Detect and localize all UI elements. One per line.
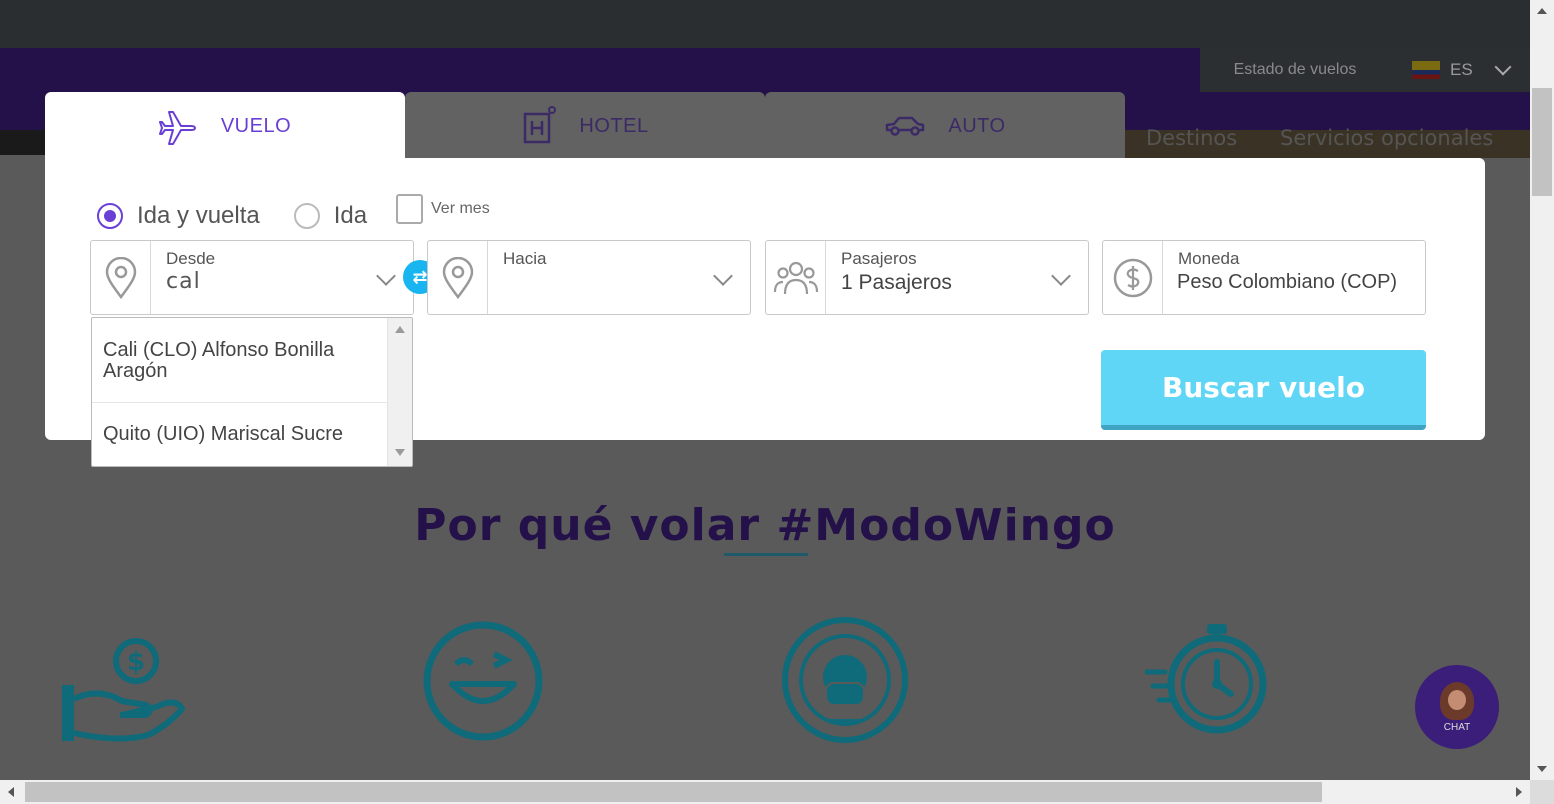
radio-round-trip-dot[interactable]: [97, 203, 123, 229]
currency-icon-box: [1103, 241, 1163, 314]
radio-one-way-label: Ida: [333, 202, 368, 229]
from-input-wrap: [166, 269, 346, 294]
from-field[interactable]: Desde: [90, 240, 414, 315]
from-input[interactable]: [166, 269, 346, 294]
to-location-icon-box: [428, 241, 488, 314]
language-selector[interactable]: ES: [1390, 48, 1530, 92]
passengers-icon-box: [766, 241, 826, 314]
fast-stopwatch-icon: [1145, 624, 1267, 734]
wink-smile-icon: [423, 621, 543, 741]
tab-vuelo[interactable]: VUELO: [45, 92, 405, 160]
tab-hotel-label: HOTEL: [579, 114, 649, 137]
passengers-value: 1 Pasajeros: [841, 271, 952, 294]
scroll-left-arrow-icon[interactable]: [8, 787, 14, 797]
scroll-down-arrow-icon[interactable]: [1537, 766, 1547, 772]
chevron-down-icon: [1494, 58, 1512, 76]
scrollbar-corner: [1530, 780, 1554, 804]
car-icon: [886, 116, 925, 136]
nav-link-destinos[interactable]: Destinos: [1146, 126, 1237, 150]
currency-field[interactable]: Moneda Peso Colombiano (COP): [1102, 240, 1426, 315]
language-code: ES: [1450, 60, 1473, 79]
people-group-icon: [773, 261, 818, 294]
browser-top-strip: [0, 0, 1530, 48]
view-month-label: Ver mes: [431, 200, 490, 217]
location-pin-icon: [105, 256, 136, 299]
hotel-icon: [524, 106, 557, 144]
horizontal-scrollbar[interactable]: [0, 780, 1530, 804]
search-flight-button[interactable]: Buscar vuelo: [1101, 350, 1426, 430]
trip-type-group: Ida y vuelta Ida: [97, 196, 401, 236]
view-month-checkbox[interactable]: [396, 194, 423, 224]
flight-status-button[interactable]: Estado de vuelos: [1200, 48, 1390, 92]
nav-link-servicios[interactable]: Servicios opcionales: [1280, 126, 1493, 150]
safe-flight-badge-icon: [782, 617, 908, 743]
from-label: Desde: [166, 249, 216, 268]
vertical-scroll-thumb[interactable]: [1532, 88, 1552, 196]
from-location-icon-box: [91, 241, 151, 314]
swap-arrows-icon: ⇄: [412, 266, 428, 287]
horizontal-scroll-thumb[interactable]: [25, 782, 1322, 802]
scroll-right-arrow-icon[interactable]: [1516, 787, 1522, 797]
dollar-circle-icon: [1113, 258, 1152, 297]
colombia-flag-icon: [1412, 61, 1440, 79]
flight-status-label: Estado de vuelos: [1233, 61, 1357, 78]
chat-label: CHAT: [1443, 721, 1471, 733]
section-title: Por qué volar #ModoWingo: [414, 500, 1116, 551]
to-field[interactable]: Hacia: [427, 240, 751, 315]
dropdown-scrollbar[interactable]: [387, 318, 412, 466]
view-month-option[interactable]: Ver mes: [396, 194, 490, 224]
radio-one-way[interactable]: Ida: [293, 202, 368, 230]
tab-hotel[interactable]: HOTEL: [405, 92, 765, 160]
passengers-label: Pasajeros: [841, 249, 917, 268]
origin-autocomplete-list: Cali (CLO) Alfonso Bonilla Aragón Quito …: [91, 317, 413, 467]
scroll-up-arrow-icon[interactable]: [1537, 8, 1547, 14]
tab-vuelo-label: VUELO: [220, 114, 292, 137]
currency-value[interactable]: Peso Colombiano (COP): [1177, 271, 1397, 294]
chevron-down-icon[interactable]: [1051, 266, 1071, 286]
list-item[interactable]: Cali (CLO) Alfonso Bonilla Aragón: [92, 340, 388, 382]
title-underline: [724, 553, 808, 556]
vertical-scrollbar[interactable]: [1530, 0, 1554, 780]
list-item[interactable]: Quito (UIO) Mariscal Sucre: [92, 424, 388, 445]
scroll-up-arrow-icon[interactable]: [395, 326, 405, 333]
radio-round-trip-label: Ida y vuelta: [137, 202, 260, 229]
logo-area[interactable]: [0, 130, 45, 155]
currency-label: Moneda: [1178, 249, 1240, 268]
radio-round-trip[interactable]: Ida y vuelta: [97, 202, 260, 230]
tab-auto-label: AUTO: [948, 114, 1006, 137]
chat-button[interactable]: CHAT: [1415, 665, 1499, 749]
radio-one-way-dot[interactable]: [293, 203, 320, 229]
passengers-field[interactable]: Pasajeros 1 Pasajeros: [765, 240, 1089, 315]
list-divider: [92, 402, 388, 403]
search-flight-label: Buscar vuelo: [1162, 371, 1365, 404]
to-label: Hacia: [503, 249, 547, 268]
chevron-down-icon[interactable]: [376, 266, 396, 286]
location-pin-icon: [442, 256, 473, 299]
chevron-down-icon[interactable]: [713, 266, 733, 286]
plane-icon: [158, 111, 196, 145]
scroll-down-arrow-icon[interactable]: [395, 449, 405, 456]
chat-agent-avatar: [1440, 681, 1474, 720]
svg-text:$: $: [127, 647, 145, 677]
money-hand-icon: $: [62, 638, 185, 742]
tab-auto[interactable]: AUTO: [765, 92, 1125, 160]
